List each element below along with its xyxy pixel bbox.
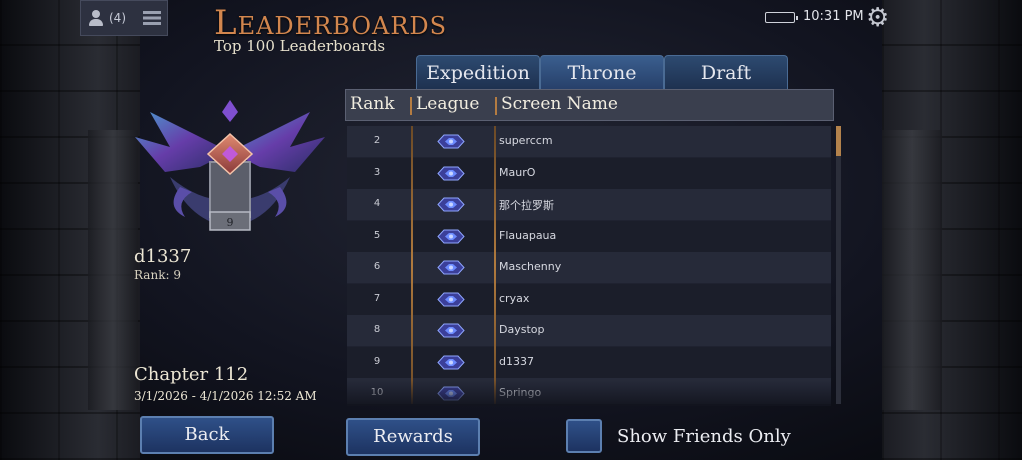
friends-count: (4) — [109, 11, 126, 25]
clock: 10:31 PM — [803, 9, 864, 24]
person-icon — [87, 9, 105, 27]
player-rank: Rank: 9 — [134, 268, 181, 282]
friends-menu-button[interactable]: (4) — [80, 0, 168, 36]
league-badge-icon — [437, 260, 465, 275]
column-header-rank[interactable]: Rank — [350, 94, 395, 114]
rank-cell: 6 — [373, 261, 381, 272]
screen-name-cell: 那个拉罗斯 — [499, 199, 554, 212]
rank-cell: 9 — [373, 355, 381, 367]
player-name: d1337 — [134, 246, 192, 267]
back-button[interactable]: Back — [140, 416, 274, 454]
column-header-league[interactable]: League — [416, 94, 479, 114]
screen-name-cell: MaurO — [499, 165, 536, 179]
rank-cell: 7 — [373, 292, 381, 304]
table-fade-overlay — [347, 380, 831, 406]
battery-icon — [765, 12, 798, 23]
page-subtitle: Top 100 Leaderboards — [214, 37, 386, 55]
rank-cell: 2 — [373, 135, 381, 146]
table-row[interactable]: 9 d1337 — [347, 346, 831, 378]
tab-draft[interactable]: Draft — [664, 55, 788, 89]
leaderboard-table-body[interactable]: 2 superccm 3 MaurO 4 那个拉罗斯 5 Flauapaua 6 Maschenn… — [347, 126, 831, 404]
column-divider — [411, 126, 413, 404]
league-badge-icon — [437, 166, 465, 180]
league-badge-icon — [437, 229, 465, 243]
show-friends-checkbox[interactable] — [566, 419, 602, 453]
rank-cell: 5 — [373, 229, 381, 241]
season-chapter: Chapter 112 — [134, 364, 249, 385]
league-badge-icon — [437, 197, 465, 212]
leaderboard-table-header: Rank League Screen Name — [345, 89, 834, 121]
league-badge-icon — [437, 134, 465, 149]
rank-cell: 4 — [373, 198, 381, 209]
table-scrollbar[interactable] — [836, 126, 841, 404]
table-row[interactable]: 2 superccm — [347, 126, 831, 157]
emblem-rank-number: 9 — [227, 216, 234, 229]
rank-cell: 8 — [373, 324, 381, 335]
screen-name-cell: Maschenny — [499, 260, 562, 273]
header-divider — [410, 97, 412, 115]
screen-name-cell: Daystop — [499, 323, 545, 336]
show-friends-label: Show Friends Only — [617, 426, 791, 447]
column-divider — [494, 126, 496, 404]
scrollbar-thumb[interactable] — [836, 126, 841, 156]
hamburger-menu-icon[interactable] — [143, 11, 161, 25]
leaderboards-screen: (4) Leaderboards Top 100 Leaderboards 10… — [0, 0, 1022, 460]
league-badge-icon — [437, 323, 465, 338]
league-badge-icon — [437, 292, 465, 306]
table-row[interactable]: 4 那个拉罗斯 — [347, 189, 831, 220]
table-row[interactable]: 6 Maschenny — [347, 252, 831, 283]
tab-throne[interactable]: Throne — [540, 55, 664, 89]
column-header-screen-name[interactable]: Screen Name — [501, 94, 618, 114]
screen-name-cell: Flauapaua — [499, 228, 557, 242]
table-row[interactable]: 5 Flauapaua — [347, 220, 831, 252]
screen-name-cell: superccm — [499, 134, 553, 147]
league-badge-icon — [437, 355, 465, 369]
header-divider — [495, 97, 497, 115]
table-row[interactable]: 3 MaurO — [347, 157, 831, 189]
league-emblem-icon: 9 — [135, 100, 325, 231]
stone-pillar-right — [882, 130, 942, 410]
tab-expedition[interactable]: Expedition — [416, 55, 540, 89]
season-dates: 3/1/2026 - 4/1/2026 12:52 AM — [134, 389, 317, 403]
table-row[interactable]: 7 cryax — [347, 283, 831, 315]
rewards-button[interactable]: Rewards — [346, 418, 480, 456]
gear-icon[interactable]: ⚙ — [866, 5, 892, 31]
rank-cell: 3 — [373, 166, 381, 178]
screen-name-cell: d1337 — [499, 354, 534, 368]
screen-name-cell: cryax — [499, 291, 530, 305]
table-row[interactable]: 8 Daystop — [347, 315, 831, 346]
